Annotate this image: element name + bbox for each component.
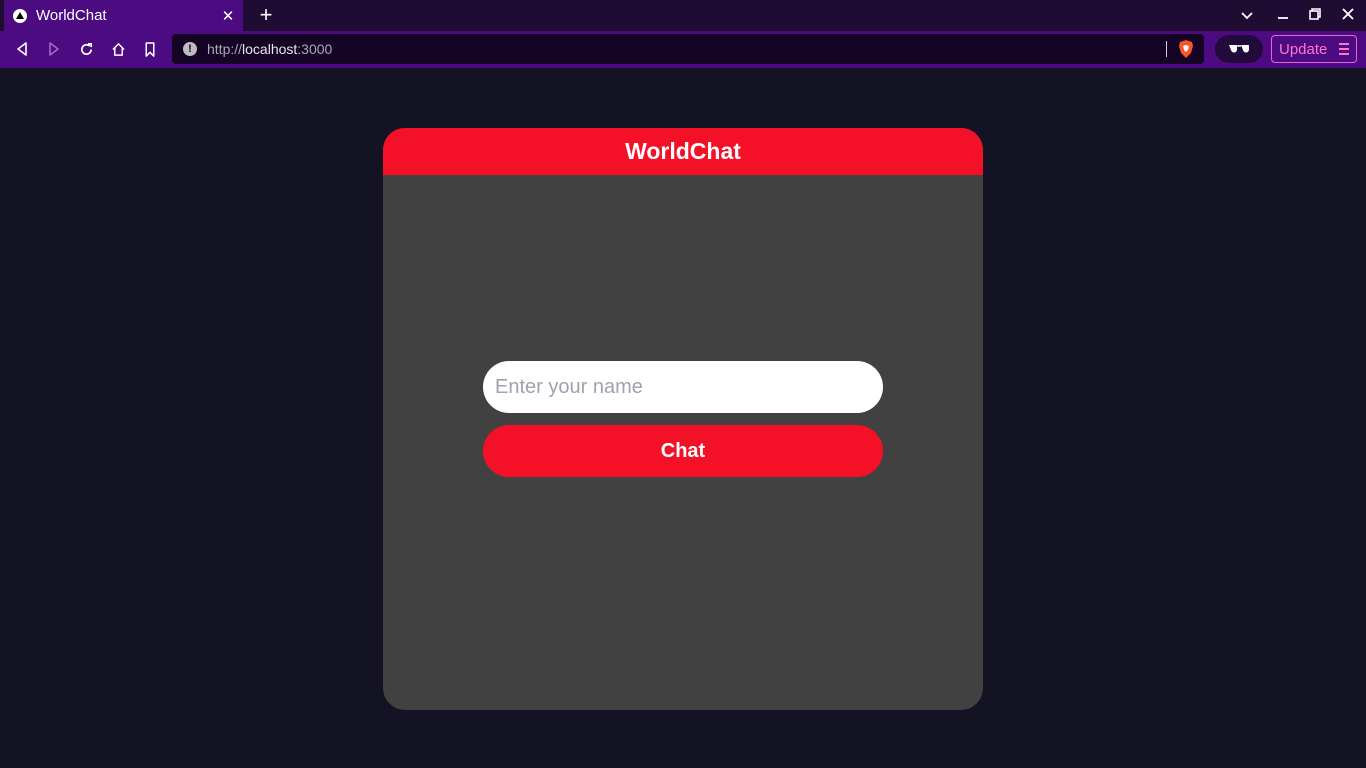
name-input[interactable] — [483, 361, 883, 413]
card-header: WorldChat — [383, 128, 983, 175]
reload-button[interactable] — [74, 37, 98, 61]
login-card: WorldChat Chat — [383, 128, 983, 710]
url-text[interactable]: http://localhost:3000 — [207, 41, 332, 57]
browser-toolbar: ! http://localhost:3000 Update — [0, 31, 1366, 68]
address-bar[interactable]: ! http://localhost:3000 — [172, 34, 1204, 64]
brave-shields-icon[interactable] — [1178, 40, 1194, 58]
tab-title: WorldChat — [36, 7, 107, 24]
reload-icon — [80, 42, 92, 55]
close-window-icon[interactable] — [1337, 4, 1359, 26]
update-label: Update — [1279, 40, 1328, 58]
close-tab-icon[interactable]: ✕ — [217, 7, 239, 25]
chat-button[interactable]: Chat — [483, 425, 883, 477]
hamburger-menu-icon — [1339, 43, 1349, 58]
forward-button[interactable] — [42, 37, 66, 61]
bookmark-icon — [145, 41, 155, 57]
browser-tab-strip: WorldChat ✕ + — [0, 0, 1366, 31]
nextjs-favicon-icon — [13, 8, 27, 23]
update-menu-button[interactable]: Update — [1271, 35, 1357, 63]
forward-arrow-icon — [49, 42, 59, 56]
tab-search-chevron-icon[interactable] — [1236, 4, 1258, 26]
site-info-icon[interactable]: ! — [183, 42, 197, 56]
address-bar-divider — [1166, 41, 1167, 57]
back-button[interactable] — [10, 37, 34, 61]
bookmark-button[interactable] — [138, 37, 162, 61]
minimize-window-icon[interactable] — [1272, 4, 1294, 26]
sunglasses-icon — [1229, 45, 1250, 53]
app-title: WorldChat — [625, 138, 741, 164]
restore-window-icon[interactable] — [1304, 4, 1326, 26]
home-icon — [111, 42, 125, 56]
home-button[interactable] — [106, 37, 130, 61]
browser-tab[interactable]: WorldChat ✕ — [4, 0, 243, 31]
new-tab-button[interactable]: + — [256, 3, 276, 27]
back-arrow-icon — [17, 42, 27, 56]
private-window-button[interactable] — [1215, 35, 1263, 63]
